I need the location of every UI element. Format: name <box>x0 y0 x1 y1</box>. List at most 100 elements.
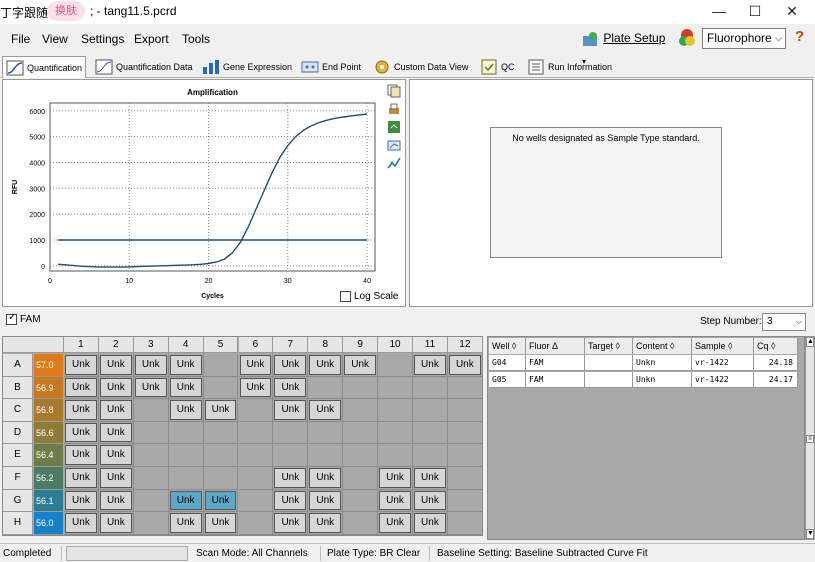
table-cell[interactable]: G05 <box>489 372 526 388</box>
plate-well[interactable]: Unk <box>98 399 134 422</box>
help-icon[interactable]: ? <box>795 28 804 45</box>
plate-column-header[interactable]: 5 <box>203 337 239 353</box>
plate-well[interactable] <box>447 421 483 445</box>
plate-well[interactable] <box>168 421 204 445</box>
log-scale-checkbox[interactable]: Log Scale <box>340 291 398 302</box>
table-cell[interactable]: Unkn <box>633 372 692 388</box>
close-button[interactable]: ✕ <box>775 0 809 24</box>
plate-well[interactable]: Unk <box>98 421 134 445</box>
plate-well[interactable] <box>308 444 344 467</box>
plate-well[interactable] <box>238 399 274 422</box>
well-content-label[interactable]: Unk <box>169 490 202 511</box>
well-content-label[interactable]: Unk <box>65 490 97 511</box>
plate-well[interactable] <box>308 376 344 400</box>
plate-well[interactable]: Unk <box>168 489 204 513</box>
plate-well[interactable] <box>343 421 379 445</box>
plate-well[interactable]: Unk <box>98 489 134 513</box>
column-header-well[interactable]: Well ◊ <box>489 338 526 354</box>
plate-column-header[interactable]: 10 <box>378 337 413 353</box>
well-content-label[interactable]: Unk <box>65 377 97 398</box>
fluorophore-dropdown[interactable]: Fluorophore ⌵ <box>702 28 786 49</box>
plate-well[interactable]: Unk <box>64 399 99 422</box>
plate-well[interactable]: Unk <box>273 399 309 422</box>
plate-well[interactable]: Unk <box>378 512 413 535</box>
plate-well[interactable]: Unk <box>413 512 448 535</box>
well-content-label[interactable]: Unk <box>99 513 132 533</box>
table-cell[interactable] <box>585 372 633 388</box>
well-content-label[interactable]: Unk <box>379 513 411 533</box>
plate-well[interactable] <box>168 467 204 490</box>
well-content-label[interactable]: Unk <box>99 400 132 420</box>
well-content-label[interactable]: Unk <box>99 445 132 465</box>
plate-well[interactable]: Unk <box>378 489 413 513</box>
table-cell[interactable]: Unkn <box>633 355 692 371</box>
well-content-label[interactable]: Unk <box>169 355 202 375</box>
plate-well[interactable]: Unk <box>447 354 483 377</box>
plate-well[interactable]: Unk <box>64 489 99 513</box>
plate-setup-button[interactable]: Plate Setup ▾ <box>582 27 672 66</box>
well-content-label[interactable]: Unk <box>309 468 342 488</box>
tab-quantification[interactable]: Quantification <box>2 56 87 78</box>
plate-column-header[interactable]: 9 <box>343 337 379 353</box>
plate-well[interactable] <box>203 421 239 445</box>
plate-well[interactable] <box>133 399 169 422</box>
plate-well[interactable] <box>273 444 309 467</box>
plate-well[interactable] <box>447 512 483 535</box>
plate-well[interactable] <box>133 467 169 490</box>
well-content-label[interactable]: Unk <box>309 513 342 533</box>
well-content-label[interactable]: Unk <box>99 468 132 488</box>
plate-well[interactable] <box>447 399 483 422</box>
menu-export[interactable]: Export <box>134 32 169 46</box>
menu-view[interactable]: View <box>42 32 68 46</box>
table-cell[interactable]: FAM <box>526 372 585 388</box>
well-content-label[interactable]: Unk <box>204 400 237 420</box>
well-content-label[interactable]: Unk <box>65 445 97 465</box>
plate-well[interactable] <box>378 376 413 400</box>
plate-well[interactable] <box>203 444 239 467</box>
plate-well[interactable]: Unk <box>98 376 134 400</box>
well-content-label[interactable]: Unk <box>274 468 307 488</box>
tab-end-point[interactable]: End Point <box>298 56 364 78</box>
plate-column-header[interactable]: 4 <box>168 337 204 353</box>
plate-well[interactable]: Unk <box>203 512 239 535</box>
well-content-label[interactable]: Unk <box>414 513 446 533</box>
results-scrollbar[interactable]: ▲ ≡ ▼ <box>805 336 815 540</box>
plate-column-header[interactable]: 2 <box>98 337 134 353</box>
column-header-sample[interactable]: Sample ◊ <box>692 338 754 354</box>
table-cell[interactable]: vr-1422 <box>692 372 754 388</box>
plate-row-header[interactable]: F <box>3 467 33 490</box>
plate-corner-header[interactable] <box>3 337 64 353</box>
well-content-label[interactable]: Unk <box>99 355 132 375</box>
well-content-label[interactable]: Unk <box>309 400 342 420</box>
fam-checkbox[interactable]: FAM <box>6 312 41 325</box>
plate-column-header[interactable]: 11 <box>413 337 448 353</box>
well-content-label[interactable]: Unk <box>414 490 446 511</box>
well-content-label[interactable]: Unk <box>169 377 202 398</box>
plate-well[interactable] <box>447 376 483 400</box>
plate-column-header[interactable]: 12 <box>447 337 483 353</box>
plate-well[interactable] <box>343 444 379 467</box>
scroll-thumb-grip-icon[interactable]: ≡ <box>806 435 814 443</box>
plate-well[interactable]: Unk <box>308 467 344 490</box>
tab-run-information[interactable]: Run Information <box>524 56 615 78</box>
plate-well[interactable] <box>447 467 483 490</box>
plate-well[interactable] <box>378 354 413 377</box>
well-content-label[interactable]: Unk <box>65 468 97 488</box>
well-content-label[interactable]: Unk <box>344 355 377 375</box>
well-content-label[interactable]: Unk <box>239 377 272 398</box>
plate-well[interactable]: Unk <box>273 489 309 513</box>
copy-icon[interactable] <box>387 84 401 98</box>
plate-well[interactable]: Unk <box>64 444 99 467</box>
plate-well[interactable]: Unk <box>308 354 344 377</box>
menu-tools[interactable]: Tools <box>182 32 210 46</box>
plate-well[interactable] <box>203 354 239 377</box>
plate-well[interactable]: Unk <box>413 489 448 513</box>
plate-column-header[interactable]: 7 <box>273 337 309 353</box>
plate-well[interactable] <box>447 444 483 467</box>
plate-well[interactable]: Unk <box>308 512 344 535</box>
plate-well[interactable] <box>413 421 448 445</box>
zoom-icon[interactable] <box>387 138 401 152</box>
plate-well[interactable] <box>133 512 169 535</box>
plate-well[interactable] <box>133 489 169 513</box>
column-header-content[interactable]: Content ◊ <box>633 338 692 354</box>
